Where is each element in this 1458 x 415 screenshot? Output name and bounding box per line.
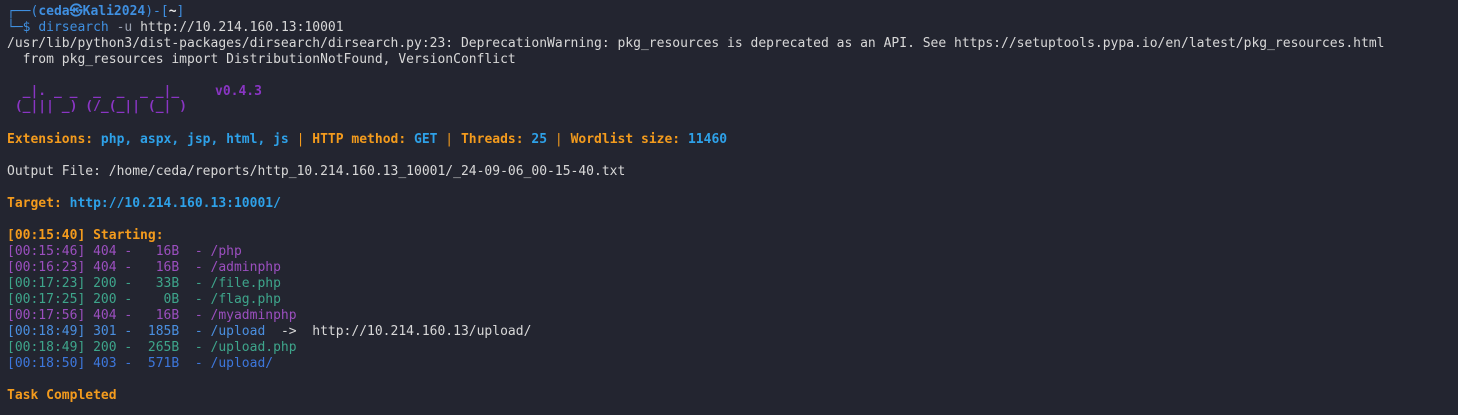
prompt-user-host: ceda㉿Kali2024 (38, 4, 146, 19)
command-argument: http://10.214.160.13:10001 (140, 20, 344, 35)
output-file-line: Output File: /home/ceda/reports/http_10.… (7, 164, 626, 179)
wordlist-value: 11460 (687, 132, 728, 147)
prompt-directory: ~ (168, 4, 177, 19)
result-row: [00:16:23] 404 - 16B - /adminphp (7, 260, 281, 275)
target-url: http://10.214.160.13:10001/ (69, 196, 281, 211)
command-line[interactable]: └─$ dirsearch -u http://10.214.160.13:10… (7, 20, 1458, 36)
redirect-target: -> http://10.214.160.13/upload/ (280, 324, 532, 339)
prompt-separator: )-[ (145, 4, 169, 19)
command-name: dirsearch (38, 20, 109, 35)
terminal-window[interactable]: ┌──(ceda㉿Kali2024)-[~] └─$ dirsearch -u … (0, 0, 1458, 415)
config-separator: | (288, 132, 313, 147)
result-row: [00:18:50] 403 - 571B - /upload/ (7, 356, 274, 371)
command-flag: -u (116, 20, 133, 35)
result-row: [00:17:56] 404 - 16B - /myadminphp (7, 308, 297, 323)
banner-logo-line-2: (_||| _) (/_(_|| (_| ) (7, 99, 188, 114)
task-completed: Task Completed (7, 388, 117, 403)
config-line: Extensions: php, aspx, jsp, html, js | H… (7, 132, 1458, 148)
prompt-frame-top: ┌──( (7, 4, 39, 19)
result-row: [00:18:49] 200 - 265B - /upload.php (7, 340, 297, 355)
http-method-label: HTTP method: (312, 132, 414, 147)
threads-value: 25 (531, 132, 548, 147)
prompt-close-bracket: ] (176, 4, 185, 19)
dirsearch-banner: _|. _ _ _ _ _ _|_ (_||| _) (/_(_|| (_| )… (7, 84, 1458, 116)
deprecation-warning: /usr/lib/python3/dist-packages/dirsearch… (7, 36, 1385, 51)
threads-label: Threads: (460, 132, 532, 147)
target-label: Target: (7, 196, 70, 211)
banner-logo-line-1: _|. _ _ _ _ _ _|_ (7, 84, 180, 99)
config-separator: | (437, 132, 461, 147)
config-separator: | (547, 132, 571, 147)
extensions-value: php, aspx, jsp, html, js (100, 132, 289, 147)
prompt-frame-bottom: └─$ (7, 20, 39, 35)
starting-line: [00:15:40] Starting: (7, 228, 172, 243)
deprecation-import-line: from pkg_resources import DistributionNo… (7, 52, 516, 67)
banner-logo: _|. _ _ _ _ _ _|_ (_||| _) (/_(_|| (_| ) (7, 84, 187, 114)
wordlist-label: Wordlist size: (570, 132, 688, 147)
prompt-line-1: ┌──(ceda㉿Kali2024)-[~] (7, 4, 1458, 20)
result-row: [00:15:46] 404 - 16B - /php (7, 244, 242, 259)
banner-version: v0.4.3 (215, 84, 262, 99)
result-row: [00:18:49] 301 - 185B - /upload -> http:… (7, 324, 1458, 340)
result-row: [00:17:25] 200 - 0B - /flag.php (7, 292, 281, 307)
http-method-value: GET (414, 132, 438, 147)
result-row: [00:17:23] 200 - 33B - /file.php (7, 276, 281, 291)
extensions-label: Extensions: (7, 132, 101, 147)
result-row-text: [00:18:49] 301 - 185B - /upload (7, 324, 281, 339)
target-line: Target: http://10.214.160.13:10001/ (7, 196, 1458, 212)
